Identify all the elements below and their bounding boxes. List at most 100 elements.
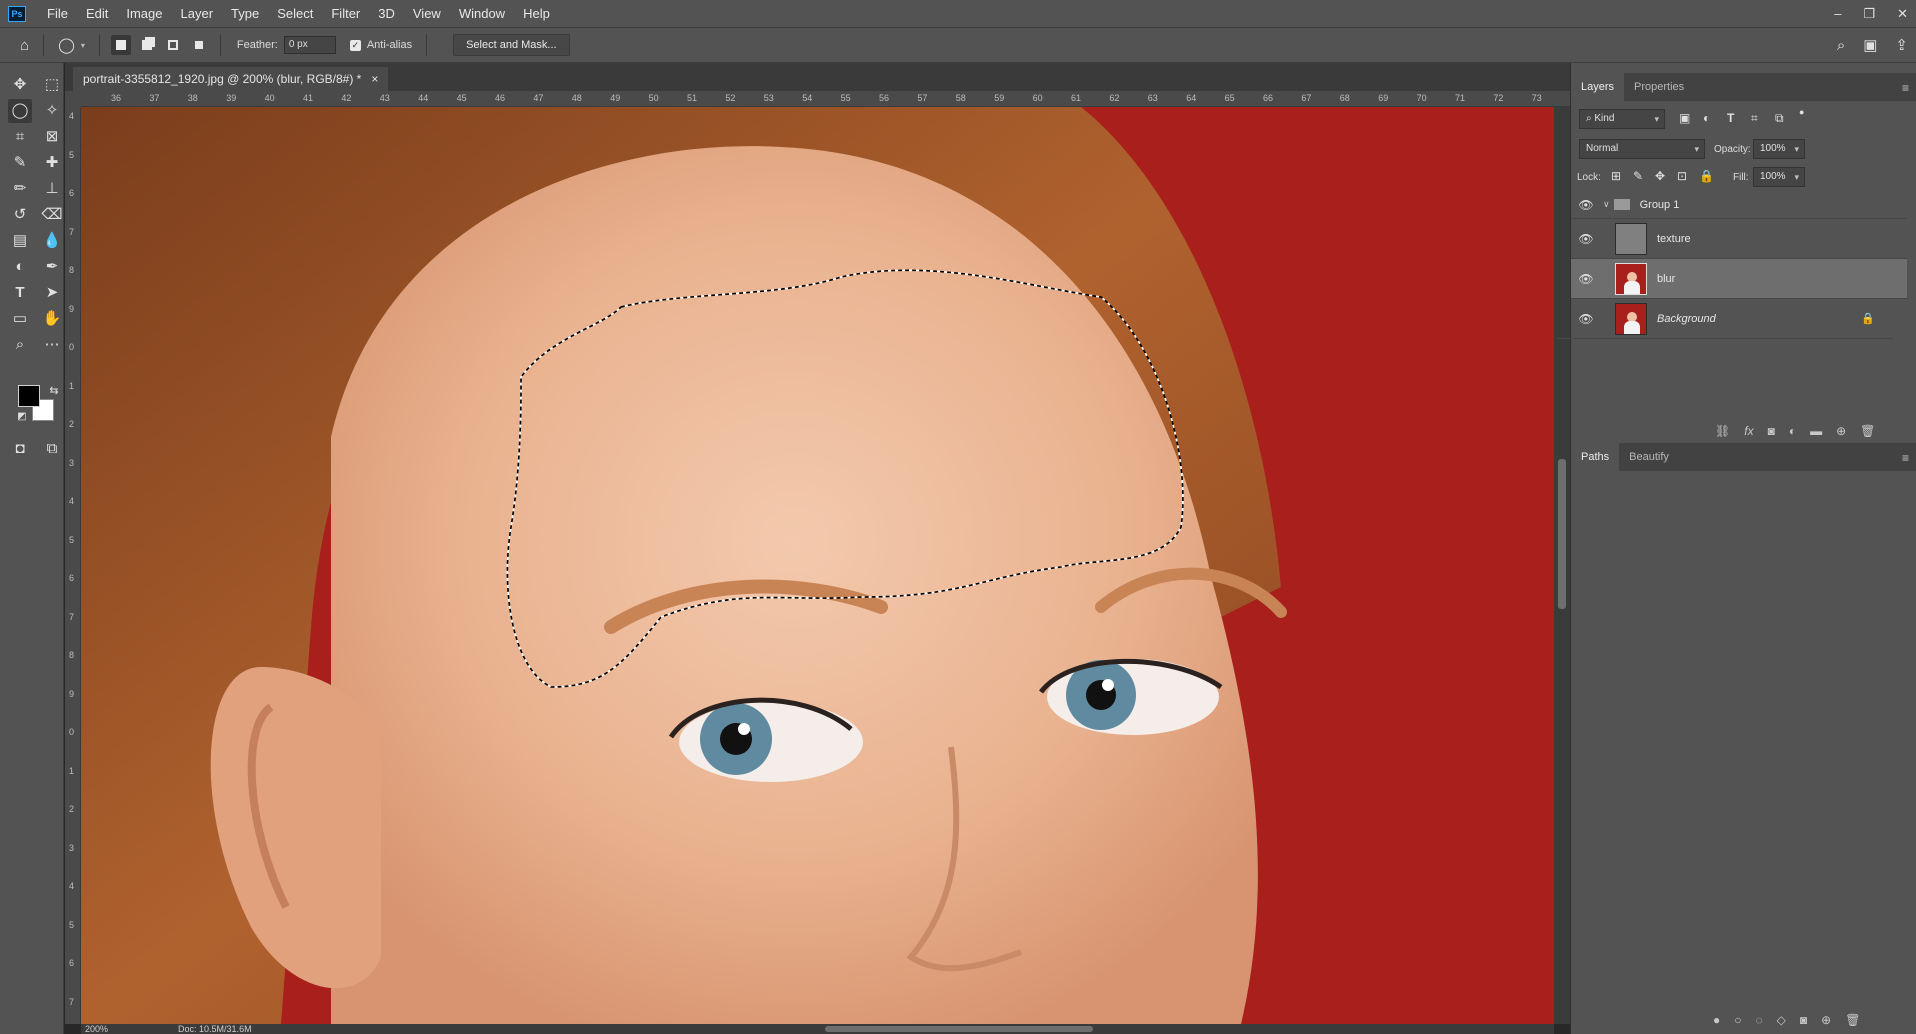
- close-tab-icon[interactable]: ×: [371, 67, 378, 91]
- layer-row-texture[interactable]: 👁 texture: [1571, 219, 1907, 259]
- opacity-input[interactable]: 100% ▾: [1753, 139, 1805, 159]
- layer-row-blur[interactable]: 👁 blur: [1571, 259, 1907, 299]
- path-selection-tool-icon[interactable]: ➤: [40, 281, 64, 305]
- menu-layer[interactable]: Layer: [172, 6, 223, 21]
- filter-adjustment-icon[interactable]: ◐: [1703, 111, 1710, 125]
- filter-shape-icon[interactable]: ⌗: [1751, 111, 1758, 126]
- filter-toggle-icon[interactable]: ●: [1799, 107, 1804, 117]
- history-brush-tool-icon[interactable]: ↺: [8, 203, 32, 227]
- layer-row-background[interactable]: 👁 Background 🔒: [1557, 299, 1893, 339]
- new-group-icon[interactable]: ▬: [1810, 424, 1822, 438]
- add-mask-icon[interactable]: ◙: [1800, 1013, 1807, 1027]
- default-colors-icon[interactable]: ◩: [10, 405, 34, 429]
- gradient-tool-icon[interactable]: ▤: [8, 229, 32, 253]
- lasso-tool-icon[interactable]: ◯: [8, 99, 32, 123]
- magic-wand-tool-icon[interactable]: ✧: [40, 99, 64, 123]
- add-mask-icon[interactable]: ◙: [1768, 424, 1775, 438]
- share-icon[interactable]: ⇪: [1895, 36, 1908, 54]
- zoom-level[interactable]: 200%: [85, 1024, 108, 1034]
- vertical-scroll-thumb[interactable]: [1558, 459, 1566, 609]
- workspace-icon[interactable]: ▣: [1863, 36, 1877, 54]
- new-path-icon[interactable]: ⊕: [1821, 1013, 1831, 1027]
- menu-3d[interactable]: 3D: [369, 6, 404, 21]
- more-tools-icon[interactable]: ⋯: [40, 333, 64, 357]
- dodge-tool-icon[interactable]: ◐: [8, 255, 32, 279]
- crop-tool-icon[interactable]: ⌗: [8, 125, 32, 149]
- menu-select[interactable]: Select: [268, 6, 322, 21]
- feather-input[interactable]: 0 px: [283, 36, 336, 54]
- subtract-selection-icon[interactable]: [163, 35, 183, 55]
- visibility-eye-icon[interactable]: 👁: [1571, 312, 1601, 326]
- lasso-preset-icon[interactable]: ◯: [58, 36, 75, 54]
- make-work-path-icon[interactable]: ◇: [1777, 1013, 1786, 1027]
- lock-position-icon[interactable]: ✥: [1655, 169, 1665, 183]
- search-icon[interactable]: ⌕: [1837, 37, 1845, 54]
- antialias-checkbox[interactable]: ✓: [349, 39, 361, 51]
- rectangle-tool-icon[interactable]: ▭: [8, 307, 32, 331]
- tab-paths[interactable]: Paths: [1571, 443, 1620, 471]
- filter-smart-object-icon[interactable]: ⧉: [1775, 111, 1784, 126]
- menu-window[interactable]: Window: [450, 6, 514, 21]
- new-selection-icon[interactable]: [110, 35, 131, 55]
- hand-tool-icon[interactable]: ✋: [40, 307, 64, 331]
- visibility-eye-icon[interactable]: 👁: [1571, 198, 1601, 212]
- new-layer-icon[interactable]: ⊕: [1836, 424, 1846, 438]
- screen-mode-icon[interactable]: ⧉: [40, 437, 64, 461]
- horizontal-scroll-thumb[interactable]: [825, 1026, 1093, 1032]
- move-tool-icon[interactable]: ✥: [8, 73, 32, 97]
- eyedropper-tool-icon[interactable]: ✎: [8, 151, 32, 175]
- lock-transparent-icon[interactable]: ⊞: [1611, 169, 1621, 183]
- home-icon[interactable]: ⌂: [20, 37, 29, 54]
- link-layers-icon[interactable]: ⛓: [1715, 424, 1730, 438]
- select-and-mask-button[interactable]: Select and Mask...: [453, 34, 570, 56]
- lock-image-icon[interactable]: ✎: [1633, 169, 1643, 183]
- layer-row-group[interactable]: 👁 ∨ Group 1: [1571, 191, 1907, 219]
- stroke-path-icon[interactable]: ○: [1734, 1013, 1741, 1027]
- eraser-tool-icon[interactable]: ⌫: [40, 203, 64, 227]
- delete-path-icon[interactable]: 🗑: [1845, 1013, 1860, 1027]
- blur-tool-icon[interactable]: 💧: [40, 229, 64, 253]
- tab-properties[interactable]: Properties: [1624, 73, 1694, 101]
- menu-view[interactable]: View: [404, 6, 450, 21]
- fill-path-icon[interactable]: ●: [1713, 1013, 1720, 1027]
- frame-tool-icon[interactable]: ⊠: [40, 125, 64, 149]
- document-tab[interactable]: portrait-3355812_1920.jpg @ 200% (blur, …: [73, 67, 389, 91]
- menu-help[interactable]: Help: [514, 6, 559, 21]
- close-icon[interactable]: ✕: [1897, 6, 1908, 22]
- visibility-eye-icon[interactable]: 👁: [1571, 232, 1601, 246]
- zoom-tool-icon[interactable]: ⌕: [8, 333, 32, 357]
- load-selection-icon[interactable]: ◌: [1756, 1013, 1763, 1027]
- lock-all-icon[interactable]: 🔒: [1699, 169, 1714, 183]
- blend-mode-select[interactable]: Normal ▾: [1579, 139, 1705, 159]
- panel-menu-icon[interactable]: ≡: [1902, 81, 1909, 95]
- pen-tool-icon[interactable]: ✒: [40, 255, 64, 279]
- marquee-tool-icon[interactable]: ⬚: [40, 73, 64, 97]
- chevron-down-icon[interactable]: ∨: [1603, 199, 1610, 210]
- filter-pixel-icon[interactable]: ▣: [1679, 111, 1690, 125]
- swap-colors-icon[interactable]: ⇆: [42, 379, 66, 403]
- adjustment-layer-icon[interactable]: ◐: [1789, 424, 1796, 438]
- fill-input[interactable]: 100% ▾: [1753, 167, 1805, 187]
- filter-type-icon[interactable]: T: [1727, 111, 1734, 125]
- add-selection-icon[interactable]: [137, 35, 157, 55]
- minimize-icon[interactable]: –: [1834, 6, 1841, 21]
- clone-stamp-tool-icon[interactable]: ⊥: [40, 177, 64, 201]
- panel-menu-icon[interactable]: ≡: [1902, 451, 1909, 465]
- intersect-selection-icon[interactable]: [189, 35, 209, 55]
- menu-edit[interactable]: Edit: [77, 6, 117, 21]
- brush-tool-icon[interactable]: ✏: [8, 177, 32, 201]
- fx-icon[interactable]: fx: [1744, 424, 1753, 438]
- chevron-down-icon[interactable]: ▾: [81, 41, 85, 50]
- delete-layer-icon[interactable]: 🗑: [1860, 424, 1875, 438]
- quick-mask-icon[interactable]: ◘: [8, 437, 32, 461]
- tab-layers[interactable]: Layers: [1571, 73, 1625, 101]
- foreground-color-swatch[interactable]: [18, 385, 40, 407]
- visibility-eye-icon[interactable]: 👁: [1571, 272, 1601, 286]
- menu-filter[interactable]: Filter: [322, 6, 369, 21]
- lock-artboard-icon[interactable]: ⊡: [1677, 169, 1687, 183]
- healing-brush-tool-icon[interactable]: ✚: [40, 151, 64, 175]
- type-tool-icon[interactable]: T: [8, 281, 32, 305]
- menu-type[interactable]: Type: [222, 6, 268, 21]
- layer-filter-select[interactable]: ⌕ Kind ▾: [1579, 109, 1665, 129]
- menu-image[interactable]: Image: [117, 6, 171, 21]
